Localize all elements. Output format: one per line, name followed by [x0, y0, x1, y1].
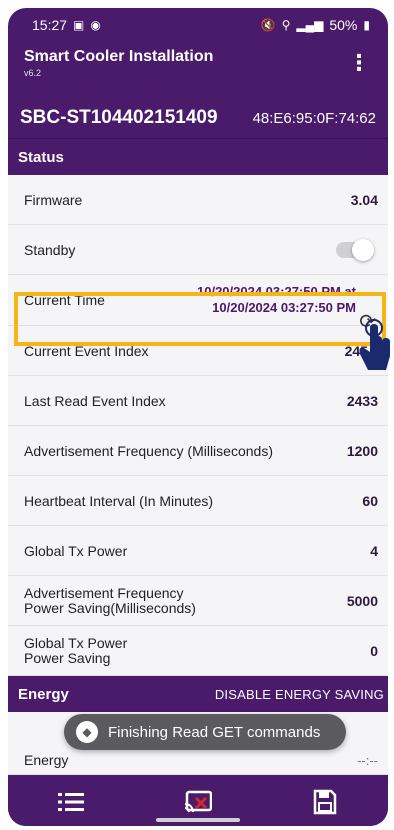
row-value: 0	[370, 642, 378, 659]
row-label: Standby	[24, 241, 76, 258]
status-list: Firmware 3.04 Standby Current Time 10/20…	[8, 175, 388, 676]
mute-icon: 🔇	[260, 18, 276, 32]
row-label: Last Read Event Index	[24, 392, 166, 409]
row-label: Advertisement Frequency Power Saving(Mil…	[24, 584, 196, 616]
row-label: Energy	[24, 752, 69, 768]
row-heartbeat-interval: Heartbeat Interval (In Minutes) 60	[8, 476, 388, 526]
row-adv-frequency-power-saving: Advertisement Frequency Power Saving(Mil…	[8, 576, 388, 626]
row-label-line1: Advertisement Frequency	[24, 584, 184, 601]
bottom-navigation	[8, 778, 388, 826]
row-value: 1200	[346, 442, 378, 459]
row-label: Advertisement Frequency (Milliseconds)	[24, 442, 273, 459]
row-label-line2: Power Saving	[24, 649, 111, 666]
row-label-line1: Global Tx Power	[24, 634, 128, 651]
row-value: 4	[370, 542, 378, 559]
row-label: Heartbeat Interval (In Minutes)	[24, 492, 214, 509]
row-label-line2: Power Saving(Milliseconds)	[24, 599, 196, 616]
row-value: 5000	[346, 592, 378, 609]
row-standby: Standby	[8, 225, 388, 275]
row-current-time: Current Time 10/20/2024 03:27:50 PM at 1…	[8, 275, 388, 326]
row-firmware: Firmware 3.04	[8, 175, 388, 225]
row-label: Firmware	[24, 191, 83, 208]
row-global-tx-power: Global Tx Power 4	[8, 526, 388, 576]
row-label: Current Time	[24, 292, 105, 308]
list-icon[interactable]	[49, 784, 93, 820]
app-bar: Smart Cooler Installation v6.2 ⋮	[8, 42, 388, 98]
toast-message: ◆ Finishing Read GET commands	[64, 714, 346, 750]
battery-icon: ▮	[363, 18, 370, 32]
current-time-line2: 10/20/2024 03:27:50 PM	[212, 300, 356, 315]
device-id: SBC-ST104402151409	[20, 107, 218, 128]
row-value: 60	[362, 492, 378, 509]
app-logo-icon: ◆	[76, 721, 98, 743]
app-version: v6.2	[24, 68, 42, 78]
cast-off-icon[interactable]	[176, 784, 220, 820]
device-header: SBC-ST104402151409 48:E6:95:0F:74:62	[8, 98, 388, 138]
current-time-value: 10/20/2024 03:27:50 PM at 10/20/2024 03:…	[197, 284, 356, 316]
status-section-title: Status	[18, 148, 64, 166]
disable-energy-saving-button[interactable]: DISABLE ENERGY SAVING	[215, 687, 384, 702]
signal-icon: ▂▄▆	[296, 18, 324, 32]
standby-toggle[interactable]	[336, 238, 374, 261]
row-value: --:--	[357, 753, 378, 768]
device-mac: 48:E6:95:0F:74:62	[252, 109, 376, 127]
row-value: 2433	[346, 392, 378, 409]
row-current-event-index: Current Event Index 245	[8, 326, 388, 376]
gesture-bar	[156, 818, 240, 822]
current-time-line1: 10/20/2024 03:27:50 PM at	[197, 284, 356, 299]
row-value: 3.04	[350, 191, 378, 208]
toast-text: Finishing Read GET commands	[108, 723, 321, 741]
status-bar: 15:27 ▣ ◉ 🔇 ⚲ ▂▄▆ 50% ▮	[8, 8, 388, 42]
row-label: Current Event Index	[24, 342, 149, 359]
vpn-icon: ◉	[90, 18, 101, 32]
status-section-header: Status	[8, 138, 388, 175]
row-last-read-event-index: Last Read Event Index 2433	[8, 376, 388, 426]
row-label: Global Tx Power	[24, 542, 128, 559]
row-global-tx-power-saving: Global Tx Power Power Saving 0	[8, 626, 388, 676]
tap-hand-icon	[359, 319, 390, 370]
battery-level: 50%	[329, 17, 358, 33]
app-title: Smart Cooler Installation	[24, 48, 214, 65]
gallery-icon: ▣	[73, 18, 85, 32]
row-label: Global Tx Power Power Saving	[24, 634, 128, 666]
save-icon[interactable]	[303, 784, 347, 820]
phone-screen: 15:27 ▣ ◉ 🔇 ⚲ ▂▄▆ 50% ▮ Smart Cooler Ins…	[8, 8, 388, 826]
row-advertisement-frequency: Advertisement Frequency (Milliseconds) 1…	[8, 426, 388, 476]
energy-section-header: Energy DISABLE ENERGY SAVING	[8, 676, 388, 712]
energy-section-title: Energy	[18, 685, 69, 703]
more-options-icon[interactable]: ⋮	[348, 48, 370, 76]
location-icon: ⚲	[281, 18, 291, 32]
clock: 15:27	[32, 17, 68, 33]
